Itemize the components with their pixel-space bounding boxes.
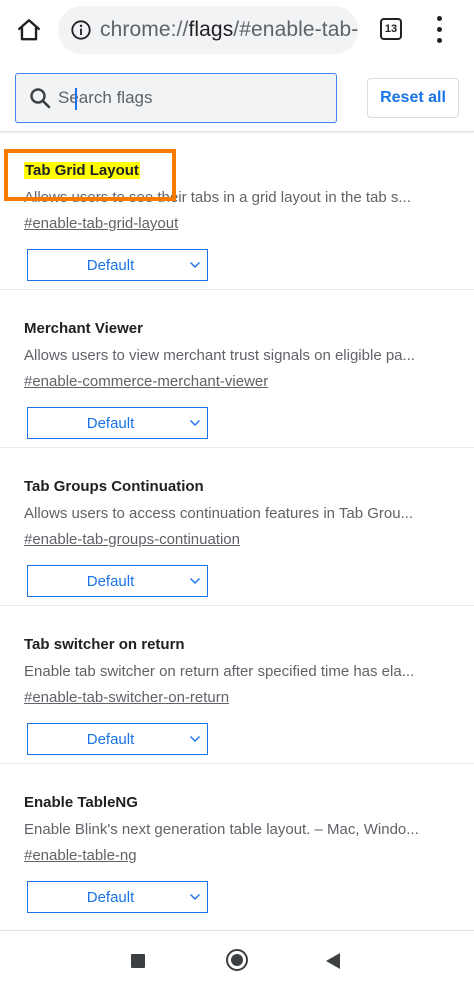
flag-permalink[interactable]: #enable-tab-groups-continuation — [24, 531, 240, 548]
chevron-down-icon — [190, 420, 200, 426]
recents-icon[interactable] — [131, 954, 145, 968]
flag-permalink[interactable]: #enable-tab-switcher-on-return — [24, 689, 229, 706]
flags-search-header: Reset all — [0, 62, 474, 132]
url-path: /#enable-tab-gr — [233, 18, 358, 41]
flag-state-value: Default — [86, 888, 135, 906]
tab-switcher-button[interactable]: 13 — [380, 18, 402, 40]
home-button[interactable] — [12, 13, 46, 47]
flag-description: Allows users to access continuation feat… — [24, 505, 414, 522]
flag-item: Tab Groups Continuation Allows users to … — [0, 448, 474, 606]
nav-home-icon[interactable] — [226, 949, 248, 971]
flag-description: Allows users to view merchant trust sign… — [24, 347, 416, 364]
flag-description: Enable tab switcher on return after spec… — [24, 663, 415, 680]
back-icon[interactable] — [326, 953, 340, 969]
url-text: chrome://flags/#enable-tab-gr — [100, 18, 358, 42]
info-icon[interactable] — [70, 19, 92, 41]
search-input[interactable] — [58, 88, 308, 108]
flag-title: Merchant Viewer — [24, 320, 143, 337]
chevron-down-icon — [190, 736, 200, 742]
flag-title: Tab switcher on return — [24, 636, 185, 653]
experiments-list: Tab Grid Layout Allows users to see thei… — [0, 132, 474, 922]
chevron-down-icon — [190, 262, 200, 268]
flag-state-select[interactable]: Default — [27, 407, 208, 439]
text-cursor — [75, 88, 77, 110]
flag-item: Enable TableNG Enable Blink's next gener… — [0, 764, 474, 922]
annotation-highlight-box — [4, 149, 176, 201]
tab-count: 13 — [384, 23, 398, 35]
flag-permalink[interactable]: #enable-tab-grid-layout — [24, 215, 178, 232]
flag-state-select[interactable]: Default — [27, 249, 208, 281]
flag-item: Merchant Viewer Allows users to view mer… — [0, 290, 474, 448]
address-bar[interactable]: chrome://flags/#enable-tab-gr — [58, 6, 358, 54]
flag-state-value: Default — [86, 572, 135, 590]
flag-state-select[interactable]: Default — [27, 565, 208, 597]
flag-state-value: Default — [86, 414, 135, 432]
chevron-down-icon — [190, 894, 200, 900]
home-icon — [18, 19, 40, 41]
url-scheme: chrome:// — [100, 18, 189, 41]
chevron-down-icon — [190, 578, 200, 584]
flag-state-select[interactable]: Default — [27, 881, 208, 913]
browser-toolbar: chrome://flags/#enable-tab-gr 13 — [0, 0, 474, 62]
flag-item: Tab switcher on return Enable tab switch… — [0, 606, 474, 764]
flag-state-value: Default — [86, 256, 135, 274]
search-box[interactable] — [15, 73, 337, 123]
search-icon — [30, 88, 51, 109]
flag-title: Tab Groups Continuation — [24, 478, 204, 495]
flag-state-select[interactable]: Default — [27, 723, 208, 755]
flag-permalink[interactable]: #enable-table-ng — [24, 847, 137, 864]
system-navigation-bar — [0, 930, 474, 988]
flag-state-value: Default — [86, 730, 135, 748]
more-vert-icon[interactable] — [430, 14, 450, 46]
flag-description: Enable Blink's next generation table lay… — [24, 821, 419, 838]
reset-all-button[interactable]: Reset all — [367, 78, 459, 118]
url-host: flags — [188, 18, 234, 41]
flag-permalink[interactable]: #enable-commerce-merchant-viewer — [24, 373, 268, 390]
flag-title: Enable TableNG — [24, 794, 138, 811]
